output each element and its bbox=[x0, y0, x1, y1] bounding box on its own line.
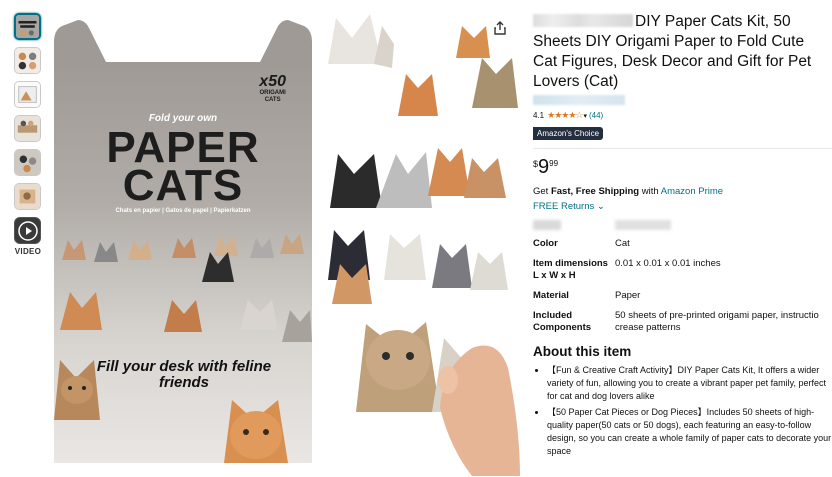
spec-row-dimensions: Item dimensions L x W x H 0.01 x 0.01 x 0… bbox=[533, 258, 721, 281]
feature-bullets: 【Fun & Creative Craft Activity】DIY Paper… bbox=[533, 364, 832, 458]
rating-value: 4.1 bbox=[533, 111, 545, 120]
main-product-image[interactable]: x50 ORIGAMI CATS Fold your own PAPER CAT… bbox=[54, 20, 312, 463]
spec-row-material: Material Paper bbox=[533, 290, 641, 301]
product-title: DIY Paper Cats Kit, 50 Sheets DIY Origam… bbox=[533, 13, 812, 90]
secondary-product-image[interactable] bbox=[322, 8, 520, 476]
amazon-prime-link[interactable]: Amazon Prime bbox=[661, 186, 723, 197]
shipping-info: Get Fast, Free Shipping with Amazon Prim… bbox=[533, 186, 724, 197]
chevron-down-icon[interactable]: ▾ bbox=[583, 112, 587, 120]
brand-name-redacted bbox=[533, 14, 633, 27]
thumbnail-1[interactable] bbox=[14, 13, 41, 40]
box-cat-illustration bbox=[54, 234, 312, 463]
play-icon bbox=[17, 220, 38, 241]
spec-header-redacted bbox=[533, 220, 832, 230]
share-icon[interactable] bbox=[493, 21, 507, 35]
thumbnail-2[interactable] bbox=[14, 47, 41, 74]
about-heading: About this item bbox=[533, 344, 632, 359]
thumbnail-6[interactable] bbox=[14, 183, 41, 210]
thumbnail-5[interactable] bbox=[14, 149, 41, 176]
product-info: DIY Paper Cats Kit, 50 Sheets DIY Origam… bbox=[533, 12, 832, 461]
video-label: VIDEO bbox=[14, 247, 42, 256]
box-slogan: Fill your desk with feline friends bbox=[96, 358, 272, 391]
star-rating-icon[interactable]: ★★★★☆ bbox=[547, 110, 583, 121]
review-count-link[interactable]: (44) bbox=[589, 111, 603, 120]
spec-row-color: Color Cat bbox=[533, 238, 630, 249]
thumbnail-video[interactable] bbox=[14, 217, 41, 244]
chevron-down-icon: ⌄ bbox=[596, 201, 605, 212]
sheet-count: x50 ORIGAMI CATS bbox=[259, 73, 286, 104]
thumbnail-strip: VIDEO bbox=[14, 13, 42, 256]
rating-row: 4.1 ★★★★☆ ▾ (44) bbox=[533, 110, 832, 121]
free-returns-link[interactable]: FREE Returns ⌄ bbox=[533, 201, 832, 212]
spec-table: Color Cat Item dimensions L x W x H 0.01 x… bbox=[533, 236, 825, 340]
bullet-item: 【50 Paper Cat Pieces or Dog Pieces】Inclu… bbox=[547, 406, 832, 458]
price: $ 9 99 bbox=[533, 156, 559, 178]
store-link-redacted[interactable] bbox=[533, 95, 625, 105]
bullet-item: 【Fun & Creative Craft Activity】DIY Paper… bbox=[547, 364, 832, 403]
amazons-choice-badge: Amazon's Choice bbox=[533, 127, 604, 140]
thumbnail-4[interactable] bbox=[14, 115, 41, 142]
box-title-line2: CATS bbox=[122, 161, 244, 210]
spec-row-components: Included Components 50 sheets of pre-prin… bbox=[533, 310, 819, 333]
thumbnail-3[interactable] bbox=[14, 81, 41, 108]
divider bbox=[533, 148, 832, 149]
